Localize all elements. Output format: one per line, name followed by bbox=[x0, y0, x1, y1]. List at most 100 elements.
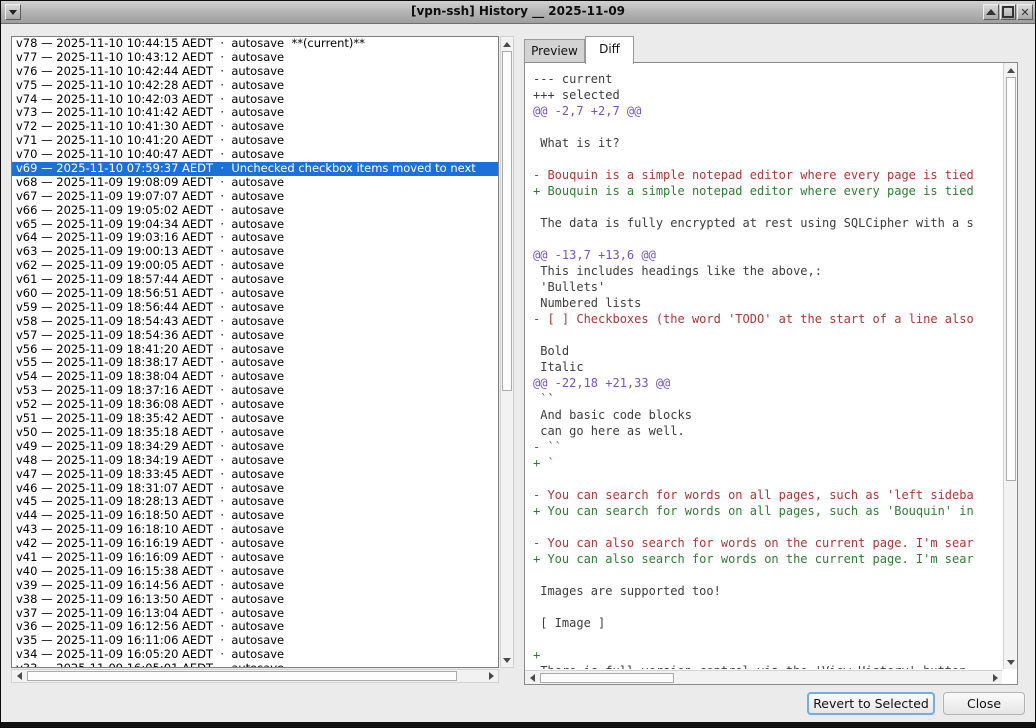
version-list-item[interactable]: v48 — 2025-11-09 18:34:19 AEDT · autosav… bbox=[12, 454, 498, 468]
diff-line: And basic code blocks bbox=[533, 407, 1002, 423]
shade-icon bbox=[986, 9, 996, 15]
version-list-item[interactable]: v65 — 2025-11-09 19:04:34 AEDT · autosav… bbox=[12, 218, 498, 232]
version-list-item[interactable]: v63 — 2025-11-09 19:00:13 AEDT · autosav… bbox=[12, 245, 498, 259]
version-list-vscrollbar[interactable] bbox=[500, 36, 514, 668]
scroll-left-arrow[interactable] bbox=[13, 670, 25, 682]
scroll-right-arrow[interactable] bbox=[485, 670, 497, 682]
version-list-item[interactable]: v66 — 2025-11-09 19:05:02 AEDT · autosav… bbox=[12, 204, 498, 218]
version-list-item[interactable]: v47 — 2025-11-09 18:33:45 AEDT · autosav… bbox=[12, 468, 498, 482]
version-list-item[interactable]: v43 — 2025-11-09 16:18:10 AEDT · autosav… bbox=[12, 523, 498, 537]
version-list-item[interactable]: v50 — 2025-11-09 18:35:18 AEDT · autosav… bbox=[12, 426, 498, 440]
version-list[interactable]: v78 — 2025-11-10 10:44:15 AEDT · autosav… bbox=[11, 36, 499, 668]
diff-line: 'Bullets' bbox=[533, 279, 1002, 295]
version-list-item[interactable]: v68 — 2025-11-09 19:08:09 AEDT · autosav… bbox=[12, 176, 498, 190]
version-list-item[interactable]: v64 — 2025-11-09 19:03:16 AEDT · autosav… bbox=[12, 231, 498, 245]
version-list-item[interactable]: v40 — 2025-11-09 16:15:38 AEDT · autosav… bbox=[12, 565, 498, 579]
version-list-item[interactable]: v70 — 2025-11-10 10:40:47 AEDT · autosav… bbox=[12, 148, 498, 162]
scroll-thumb[interactable] bbox=[1006, 77, 1016, 481]
version-list-item[interactable]: v57 — 2025-11-09 18:54:36 AEDT · autosav… bbox=[12, 329, 498, 343]
diff-panel: --- current+++ selected@@ -2,7 +2,7 @@ W… bbox=[524, 62, 1018, 685]
diff-line: +++ selected bbox=[533, 87, 1002, 103]
diff-line: Images are supported too! bbox=[533, 583, 1002, 599]
diff-vscrollbar[interactable] bbox=[1003, 63, 1017, 669]
diff-line bbox=[533, 199, 1002, 215]
version-list-item[interactable]: v75 — 2025-11-10 10:42:28 AEDT · autosav… bbox=[12, 79, 498, 93]
tab-diff[interactable]: Diff bbox=[585, 36, 634, 64]
version-list-item[interactable]: v39 — 2025-11-09 16:14:56 AEDT · autosav… bbox=[12, 579, 498, 593]
version-list-hscrollbar[interactable] bbox=[11, 669, 499, 683]
version-list-item[interactable]: v69 — 2025-11-10 07:59:37 AEDT · Uncheck… bbox=[12, 162, 498, 176]
scroll-up-arrow[interactable] bbox=[1005, 64, 1017, 76]
scroll-thumb[interactable] bbox=[502, 51, 512, 391]
version-list-item[interactable]: v52 — 2025-11-09 18:36:08 AEDT · autosav… bbox=[12, 398, 498, 412]
version-list-item[interactable]: v38 — 2025-11-09 16:13:50 AEDT · autosav… bbox=[12, 593, 498, 607]
version-list-item[interactable]: v55 — 2025-11-09 18:38:17 AEDT · autosav… bbox=[12, 356, 498, 370]
diff-line: - [ ] Checkboxes (the word 'TODO' at the… bbox=[533, 311, 1002, 327]
diff-line bbox=[533, 567, 1002, 583]
window-title: [vpn-ssh] History __ 2025-11-09 bbox=[1, 4, 1035, 18]
diff-line: Italic bbox=[533, 359, 1002, 375]
diff-line: --- current bbox=[533, 71, 1002, 87]
titlebar[interactable]: [vpn-ssh] History __ 2025-11-09 ✕ bbox=[1, 1, 1035, 24]
diff-line: There is full version control via the 'V… bbox=[533, 663, 1002, 669]
version-list-item[interactable]: v61 — 2025-11-09 18:57:44 AEDT · autosav… bbox=[12, 273, 498, 287]
diff-line: - Bouquin is a simple notepad editor whe… bbox=[533, 167, 1002, 183]
diff-line bbox=[533, 599, 1002, 615]
version-list-item[interactable]: v62 — 2025-11-09 19:00:05 AEDT · autosav… bbox=[12, 259, 498, 273]
version-list-item[interactable]: v53 — 2025-11-09 18:37:16 AEDT · autosav… bbox=[12, 384, 498, 398]
version-list-item[interactable]: v72 — 2025-11-10 10:41:30 AEDT · autosav… bbox=[12, 120, 498, 134]
version-list-item[interactable]: v33 — 2025-11-09 16:05:01 AEDT · autosav… bbox=[12, 662, 498, 668]
history-window: [vpn-ssh] History __ 2025-11-09 ✕ v78 — … bbox=[0, 0, 1036, 728]
diff-line: @@ -2,7 +2,7 @@ bbox=[533, 103, 1002, 119]
version-list-item[interactable]: v56 — 2025-11-09 18:41:20 AEDT · autosav… bbox=[12, 343, 498, 357]
diff-line bbox=[533, 327, 1002, 343]
shade-button[interactable] bbox=[983, 4, 999, 20]
version-list-item[interactable]: v54 — 2025-11-09 18:38:04 AEDT · autosav… bbox=[12, 370, 498, 384]
version-list-item[interactable]: v58 — 2025-11-09 18:54:43 AEDT · autosav… bbox=[12, 315, 498, 329]
diff-line: - You can search for words on all pages,… bbox=[533, 487, 1002, 503]
maximize-button[interactable] bbox=[1000, 4, 1016, 20]
version-list-item[interactable]: v49 — 2025-11-09 18:34:29 AEDT · autosav… bbox=[12, 440, 498, 454]
diff-text[interactable]: --- current+++ selected@@ -2,7 +2,7 @@ W… bbox=[526, 64, 1002, 669]
version-list-item[interactable]: v36 — 2025-11-09 16:12:56 AEDT · autosav… bbox=[12, 620, 498, 634]
scroll-down-arrow[interactable] bbox=[501, 654, 513, 666]
version-list-item[interactable]: v74 — 2025-11-10 10:42:03 AEDT · autosav… bbox=[12, 93, 498, 107]
version-list-item[interactable]: v34 — 2025-11-09 16:05:20 AEDT · autosav… bbox=[12, 648, 498, 662]
revert-to-selected-button[interactable]: Revert to Selected bbox=[807, 692, 935, 715]
version-list-item[interactable]: v41 — 2025-11-09 16:16:09 AEDT · autosav… bbox=[12, 551, 498, 565]
version-list-item[interactable]: v51 — 2025-11-09 18:35:42 AEDT · autosav… bbox=[12, 412, 498, 426]
scroll-down-arrow[interactable] bbox=[1005, 656, 1017, 668]
diff-line: + Bouquin is a simple notepad editor whe… bbox=[533, 183, 1002, 199]
diff-line bbox=[533, 151, 1002, 167]
diff-line: `` bbox=[533, 391, 1002, 407]
version-list-item[interactable]: v77 — 2025-11-10 10:43:12 AEDT · autosav… bbox=[12, 51, 498, 65]
version-list-item[interactable]: v76 — 2025-11-10 10:42:44 AEDT · autosav… bbox=[12, 65, 498, 79]
version-list-item[interactable]: v60 — 2025-11-09 18:56:51 AEDT · autosav… bbox=[12, 287, 498, 301]
scroll-thumb[interactable] bbox=[27, 671, 457, 681]
scroll-left-arrow[interactable] bbox=[526, 672, 538, 684]
version-list-item[interactable]: v46 — 2025-11-09 18:31:07 AEDT · autosav… bbox=[12, 482, 498, 496]
version-list-item[interactable]: v78 — 2025-11-10 10:44:15 AEDT · autosav… bbox=[12, 37, 498, 51]
version-list-item[interactable]: v45 — 2025-11-09 18:28:13 AEDT · autosav… bbox=[12, 495, 498, 509]
close-button[interactable]: Close bbox=[943, 692, 1025, 715]
diff-line bbox=[533, 631, 1002, 647]
close-window-button[interactable]: ✕ bbox=[1017, 4, 1033, 20]
scroll-right-arrow[interactable] bbox=[989, 672, 1001, 684]
tab-preview[interactable]: Preview bbox=[524, 39, 585, 63]
version-list-item[interactable]: v73 — 2025-11-10 10:41:42 AEDT · autosav… bbox=[12, 106, 498, 120]
version-list-item[interactable]: v44 — 2025-11-09 16:18:50 AEDT · autosav… bbox=[12, 509, 498, 523]
version-list-item[interactable]: v71 — 2025-11-10 10:41:20 AEDT · autosav… bbox=[12, 134, 498, 148]
scroll-thumb[interactable] bbox=[540, 673, 674, 683]
diff-line: What is it? bbox=[533, 135, 1002, 151]
version-list-item[interactable]: v67 — 2025-11-09 19:07:07 AEDT · autosav… bbox=[12, 190, 498, 204]
scroll-up-arrow[interactable] bbox=[501, 38, 513, 50]
version-list-item[interactable]: v59 — 2025-11-09 18:56:44 AEDT · autosav… bbox=[12, 301, 498, 315]
version-list-item[interactable]: v37 — 2025-11-09 16:13:04 AEDT · autosav… bbox=[12, 607, 498, 621]
diff-line: The data is fully encrypted at rest usin… bbox=[533, 215, 1002, 231]
diff-line: - You can also search for words on the c… bbox=[533, 535, 1002, 551]
diff-hscrollbar[interactable] bbox=[525, 670, 1002, 684]
window-bottom-border bbox=[1, 722, 1035, 727]
diff-line: Bold bbox=[533, 343, 1002, 359]
version-list-item[interactable]: v35 — 2025-11-09 16:11:06 AEDT · autosav… bbox=[12, 634, 498, 648]
version-list-item[interactable]: v42 — 2025-11-09 16:16:19 AEDT · autosav… bbox=[12, 537, 498, 551]
